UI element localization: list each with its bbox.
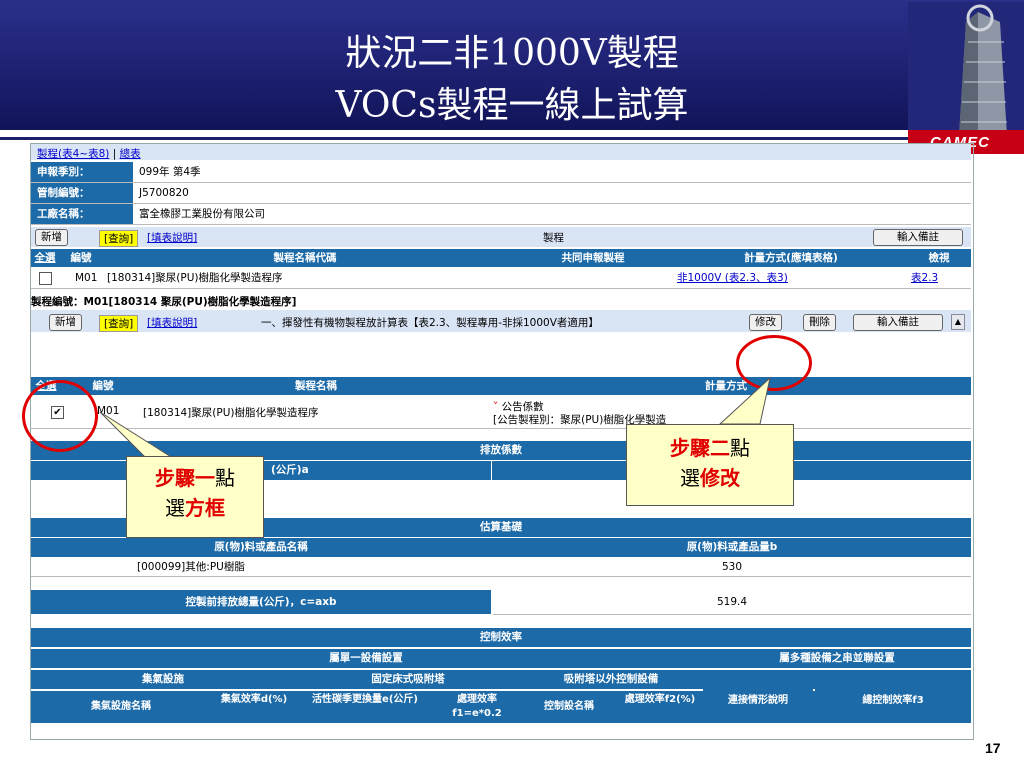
row-name: [180314]聚尿(PU)樹脂化學製造程序 [143,407,319,419]
collect-header: 集氣設施 [142,673,184,685]
toolbar-process-list: 新增 [查詢] [填表說明] 製程 輸入備註 [31,227,971,247]
single-device-header: 屬單一設備設置 [329,652,403,664]
camec-building-logo [908,2,1024,154]
edit-button[interactable]: 修改 [749,314,782,331]
process-table-header: 全選 編號 製程名稱代碼 共同申報製程 計量方式(應填表格) 檢視 [31,249,971,267]
material-amount: 530 [721,561,743,573]
col-header: 集氣設施名稱 [91,701,151,712]
control-group-row: 屬單一設備設置 屬多種設備之串並聯設置 [31,649,971,668]
estimate-subheader: 原(物)料或產品名稱 原(物)料或產品量b [31,538,971,557]
note-button[interactable]: 輸入備註 [873,229,963,246]
row-id: M01 [75,272,98,284]
control-col-headers: 集氣設施名稱 集氣效率d(%) 活性碳季更換量e(公斤) 處理效率f1=e*0.… [31,681,971,723]
add-button[interactable]: 新增 [49,314,82,331]
info-row-factory: 工廠名稱： 富全橡膠工業股份有限公司 [31,204,971,225]
delete-button[interactable]: 刪除 [803,314,836,331]
tab-process[interactable]: 製程(表4~表8) [37,148,109,160]
callout-step1-target: 方框 [185,496,225,520]
col-header: 製程名稱代碼 [273,252,337,264]
info-label: 管制編號： [31,183,133,203]
callout-step2-verb: 點 [730,436,750,460]
info-value: 099年 第4季 [139,166,201,178]
col-header: 總控制效率f3 [815,681,971,723]
col-header: 檢視 [928,252,950,264]
total-value: 519.4 [493,590,971,615]
col-header: 編號 [70,252,92,264]
callout-step1-step: 步驟一 [155,466,215,490]
info-value: 富全橡膠工業股份有限公司 [139,208,265,220]
col-header: 原(物)料或產品量b [686,541,778,553]
total-row: 控製前排放總量(公斤)，c=axb 519.4 [31,590,971,615]
calc-description: 一、揮發性有機物製程放計算表【表2.3、製程專用-非採1000V者適用】 [261,317,599,329]
row-id: M01 [97,405,120,417]
total-label: 控製前排放總量(公斤)，c=axb [31,590,491,614]
info-row-season: 申報季別： 099年 第4季 [31,162,971,183]
col-header: 計量方式(應填表格) [744,252,838,264]
callout-step2-target: 修改 [700,466,740,490]
web-form-screenshot: 製程(表4~表8) | 總表 申報季別： 099年 第4季 管制編號： J570… [30,143,974,740]
col-header: 處理效率f1=e*0.2 [452,694,502,719]
callout-step1-verb2: 選 [165,496,185,520]
callout-step1-verb: 點 [215,466,235,490]
select-all-link[interactable]: 全選 [31,249,59,267]
slide-title-line1: 狀況二非1000V製程 [345,33,679,74]
explain-label: 填表說明 [151,317,194,329]
highlight-circle-edit [736,335,812,391]
col-header: 原(物)料或產品名稱 [214,541,308,553]
info-row-control-no: 管制編號： J5700820 [31,183,971,204]
col-header: 集氣效率d(%) [220,694,288,705]
query-button[interactable]: [查詢] [99,315,139,332]
emission-unit: (公斤)a [271,464,309,476]
material-name: [000099]其他:PU樹脂 [137,561,245,573]
control-title: 控制效率 [31,628,971,647]
slide-title-line2: VOCs製程一線上試算 [335,85,689,126]
toolbar-process-detail: 新增 [查詢] [填表說明] 一、揮發性有機物製程放計算表【表2.3、製程專用-… [31,310,971,332]
method-line1: ˅ 公告係數 [493,401,544,413]
info-label: 工廠名稱： [31,204,133,224]
highlight-circle-checkbox [22,380,98,452]
scroll-up-arrow-icon[interactable]: ▲ [951,314,965,330]
method-link[interactable]: 非1000V (表2.3、表3) [677,268,788,288]
col-header: 連接情形說明 [703,681,813,723]
query-button[interactable]: [查詢] [99,230,139,247]
header-divider [0,137,1024,140]
process-detail-title: 製程編號：M01[180314 聚尿(PU)樹脂化學製造程序] [31,296,297,308]
view-link[interactable]: 表2.3 [911,268,938,288]
table-row: [000099]其他:PU樹脂 530 [31,558,971,577]
tab-summary[interactable]: 總表 [120,148,141,160]
add-button[interactable]: 新增 [35,229,68,246]
callout-step2: 步驟二點 選修改 [626,424,794,506]
table-row: ✔ M01 [180314]聚尿(PU)樹脂化學製造程序 ˅ 公告係數 [公告製… [31,396,971,429]
col-header: 活性碳季更換量e(公斤) [312,694,418,705]
note-button[interactable]: 輸入備註 [853,314,943,331]
explain-link[interactable]: [填表說明] [147,315,197,330]
detail-table-header: 全選 編號 製程名稱 計量方式 [31,377,971,395]
page-number: 17 [985,740,1001,756]
row-checkbox[interactable] [39,272,52,285]
callout-step1: 步驟一點 選方框 [126,456,264,538]
other-device-header: 吸附塔以外控制設備 [563,673,659,685]
info-value: J5700820 [139,187,189,199]
callout-step2-verb2: 選 [680,466,700,490]
tab-separator: | [112,148,117,160]
col-header: 控制設名稱 [544,701,594,712]
explain-link[interactable]: [填表說明] [147,230,197,245]
col-header: 計量方式 [705,380,747,392]
row-name: [180314]聚尿(PU)樹脂化學製造程序 [107,272,283,284]
explain-label: 填表說明 [151,232,194,244]
query-label: 查詢 [108,233,130,245]
col-header: 共同申報製程 [561,252,625,264]
col-header: 製程名稱 [295,380,337,392]
process-section-label: 製程 [543,232,564,244]
query-label: 查詢 [108,318,130,330]
info-label: 申報季別： [31,162,133,182]
col-header: 處理效率f2(%) [624,694,696,705]
callout-step2-step: 步驟二 [670,436,730,460]
tab-bar: 製程(表4~表8) | 總表 [31,144,971,160]
multi-device-header: 屬多種設備之串並聯設置 [779,652,895,664]
fixed-bed-header: 固定床式吸附塔 [371,673,445,685]
table-row: M01 [180314]聚尿(PU)樹脂化學製造程序 非1000V (表2.3、… [31,268,971,289]
